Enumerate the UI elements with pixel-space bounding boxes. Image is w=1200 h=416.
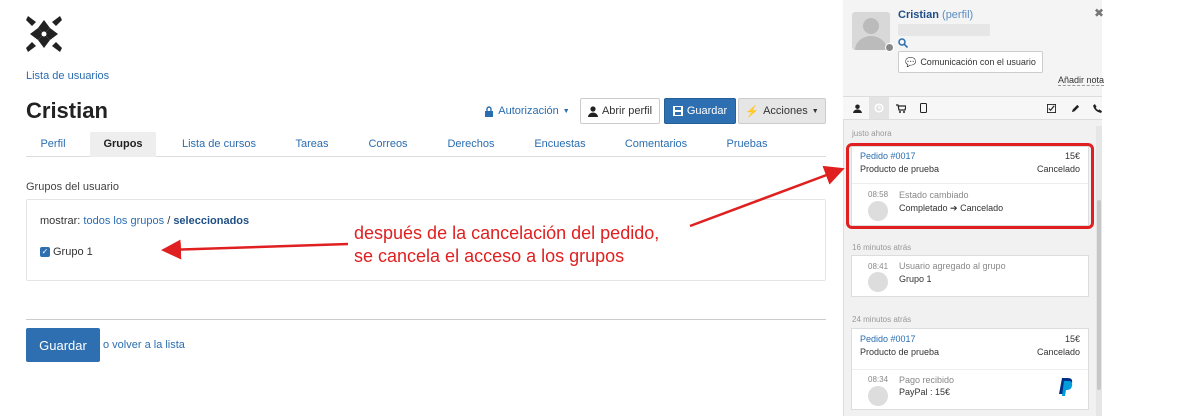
lock-icon	[485, 105, 494, 117]
checkbox-icon	[1046, 103, 1056, 113]
group-label: Grupo 1	[53, 246, 93, 258]
edit-tab-icon[interactable]	[1065, 97, 1085, 119]
back-to-list-link[interactable]: o volver a la lista	[103, 339, 185, 351]
chat-icon: 💬	[905, 56, 917, 67]
save-button-top[interactable]: Guardar	[664, 98, 736, 124]
order-amount: 15€	[1064, 334, 1080, 344]
group-checkbox-row[interactable]: ✓ Grupo 1	[40, 246, 93, 258]
user-name: Cristian (perfil)	[898, 9, 973, 21]
communication-label: Comunicación con el usuario	[920, 57, 1036, 67]
event-time: 08:34	[868, 375, 889, 384]
time-label-3: 24 minutos atrás	[852, 315, 912, 324]
event-avatar	[868, 386, 888, 406]
annotation-text: después de la cancelación del pedido, se…	[354, 222, 659, 268]
open-profile-button[interactable]: Abrir perfil	[580, 98, 660, 124]
tab-bar: Perfil Grupos Lista de cursos Tareas Cor…	[26, 132, 826, 157]
cart-icon	[896, 103, 906, 113]
authorization-label: Autorización	[498, 105, 559, 117]
logo-icon	[26, 16, 62, 52]
divider	[26, 319, 826, 320]
event-time: 08:41	[868, 262, 889, 271]
tab-course-list[interactable]: Lista de cursos	[174, 132, 264, 157]
caret-down-icon: ▼	[562, 107, 570, 115]
order-link[interactable]: Pedido #0017	[860, 334, 916, 344]
event-detail: Grupo 1	[899, 274, 932, 284]
filter-prefix: mostrar:	[40, 215, 81, 227]
user-icon	[587, 105, 598, 117]
user-name-link[interactable]: Cristian	[898, 9, 939, 21]
event-title: Usuario agregado al grupo	[899, 261, 1006, 271]
tab-profile[interactable]: Perfil	[26, 132, 80, 157]
tab-emails[interactable]: Correos	[356, 132, 420, 157]
communication-button[interactable]: 💬 Comunicación con el usuario	[898, 51, 1043, 73]
bolt-icon: ⚡	[745, 105, 760, 118]
floppy-icon	[672, 106, 683, 116]
actions-dropdown[interactable]: ⚡ Acciones ▼	[738, 98, 826, 124]
filter-selected[interactable]: seleccionados	[173, 215, 249, 227]
status-dot	[885, 43, 894, 52]
close-icon[interactable]: ✖	[1094, 6, 1104, 20]
section-title: Grupos del usuario	[26, 181, 119, 193]
profile-link[interactable]: (perfil)	[942, 9, 973, 21]
mobile-icon	[919, 103, 927, 113]
annotation-line-1: después de la cancelación del pedido,	[354, 223, 660, 243]
search-icon[interactable]	[898, 38, 908, 48]
cart-tab-icon[interactable]	[891, 97, 911, 119]
tasks-tab-icon[interactable]	[1041, 97, 1061, 119]
user-icon	[852, 103, 862, 113]
tab-rights[interactable]: Derechos	[436, 132, 506, 157]
authorization-dropdown[interactable]: Autorización ▼	[482, 98, 572, 124]
page-title: Cristian	[26, 98, 108, 123]
order-product: Producto de prueba	[860, 347, 940, 357]
scrollbar-thumb[interactable]	[1097, 200, 1101, 390]
history-icon	[874, 103, 884, 113]
checkbox-checked[interactable]: ✓	[40, 247, 50, 257]
tab-comments[interactable]: Comentarios	[616, 132, 696, 157]
event-avatar	[868, 272, 888, 292]
breadcrumb-users-list[interactable]: Lista de usuarios	[26, 70, 109, 82]
avatar	[852, 12, 890, 50]
tab-tests[interactable]: Pruebas	[716, 132, 778, 157]
save-button-bottom[interactable]: Guardar	[26, 328, 100, 362]
time-label-1: justo ahora	[852, 129, 892, 138]
phone-icon	[1092, 103, 1102, 113]
paypal-icon	[1059, 378, 1073, 396]
actions-label: Acciones	[763, 105, 808, 117]
caret-down-icon: ▼	[811, 107, 819, 115]
event-detail: PayPal : 15€	[899, 387, 951, 397]
side-tab-bar	[843, 96, 1102, 120]
order-status: Cancelado	[1036, 347, 1080, 357]
filter-separator: /	[167, 215, 171, 227]
tab-surveys[interactable]: Encuestas	[522, 132, 598, 157]
save-label-top: Guardar	[686, 105, 728, 117]
tab-groups[interactable]: Grupos	[90, 132, 156, 157]
add-note-link[interactable]: Añadir nota	[1058, 75, 1105, 86]
open-profile-label: Abrir perfil	[601, 105, 653, 117]
mobile-tab-icon[interactable]	[913, 97, 933, 119]
user-tab-icon[interactable]	[847, 97, 867, 119]
history-tab-icon[interactable]	[869, 97, 889, 119]
phone-tab-icon[interactable]	[1087, 97, 1107, 119]
highlight-box	[846, 143, 1094, 229]
tab-tasks[interactable]: Tareas	[282, 132, 342, 157]
event-title: Pago recibido	[899, 375, 955, 385]
time-label-2: 16 minutos atrás	[852, 243, 912, 252]
redacted-email	[898, 24, 990, 36]
annotation-line-2: se cancela el acceso a los grupos	[354, 246, 625, 266]
pencil-icon	[1071, 104, 1079, 112]
filter-line: mostrar: todos los grupos / seleccionado…	[40, 215, 249, 227]
filter-all-groups[interactable]: todos los grupos	[83, 215, 164, 227]
